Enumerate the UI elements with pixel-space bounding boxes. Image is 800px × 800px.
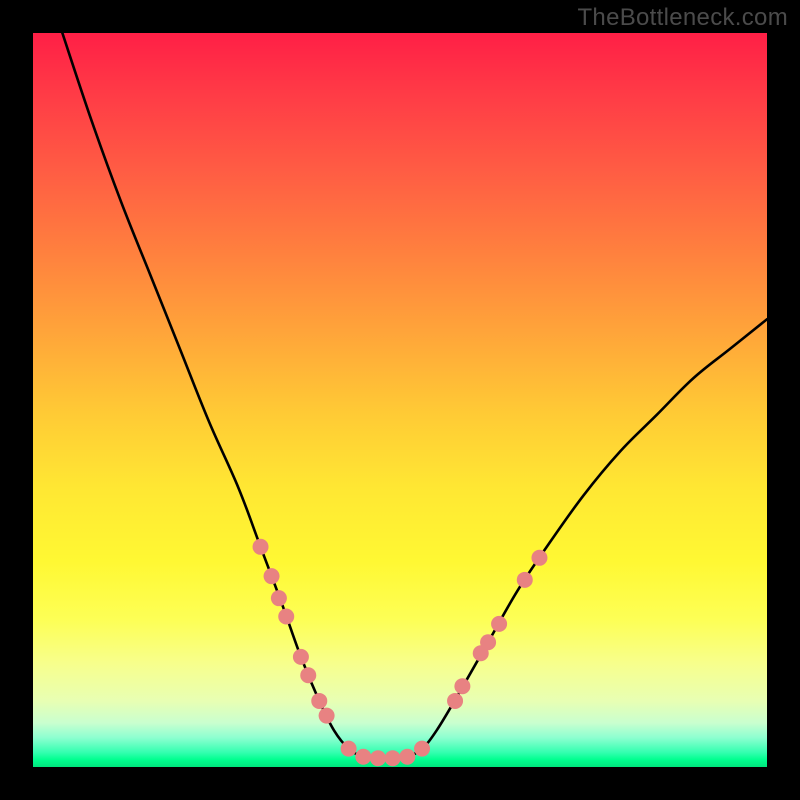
data-point-marker (414, 741, 430, 757)
bottleneck-curve (62, 33, 767, 758)
data-point-marker (278, 609, 294, 625)
data-point-marker (454, 678, 470, 694)
data-point-marker (491, 616, 507, 632)
data-point-marker (293, 649, 309, 665)
data-point-marker (311, 693, 327, 709)
data-point-marker (300, 667, 316, 683)
data-point-marker (355, 749, 371, 765)
chart-frame: TheBottleneck.com (0, 0, 800, 800)
curve-markers (253, 539, 548, 766)
watermark-text: TheBottleneck.com (577, 4, 788, 32)
data-point-marker (319, 708, 335, 724)
data-point-marker (517, 572, 533, 588)
data-point-marker (531, 550, 547, 566)
data-point-marker (341, 741, 357, 757)
curve-overlay (33, 33, 767, 767)
data-point-marker (480, 634, 496, 650)
data-point-marker (271, 590, 287, 606)
data-point-marker (447, 693, 463, 709)
data-point-marker (264, 568, 280, 584)
data-point-marker (253, 539, 269, 555)
data-point-marker (385, 750, 401, 766)
data-point-marker (399, 749, 415, 765)
data-point-marker (370, 750, 386, 766)
